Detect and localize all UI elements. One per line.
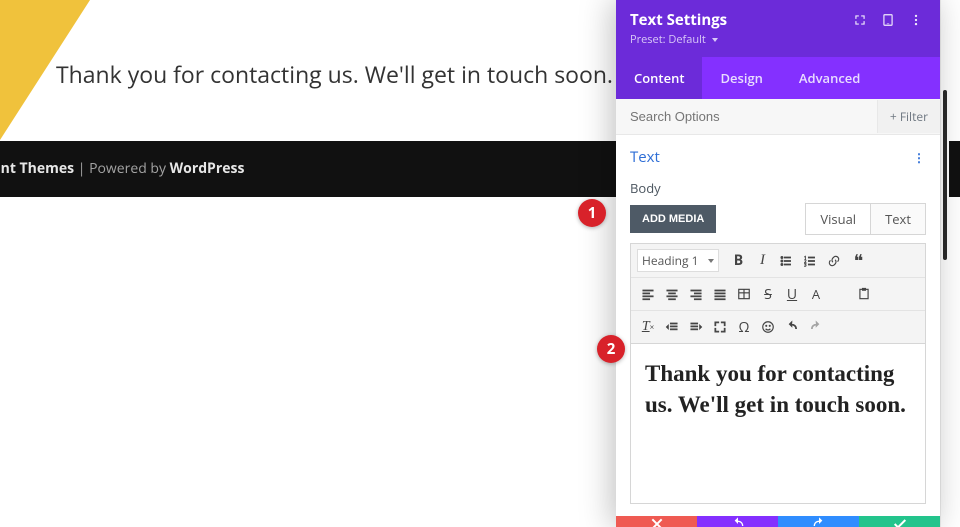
special-char-icon[interactable]: Ω bbox=[733, 316, 755, 338]
preset-label: Preset: Default bbox=[630, 32, 706, 47]
fullscreen-icon[interactable] bbox=[709, 316, 731, 338]
editor-tab-text[interactable]: Text bbox=[871, 204, 925, 234]
italic-icon[interactable]: I bbox=[751, 250, 773, 272]
editor-toolbar: Heading 1 B I 123 ❝ S U A T× bbox=[630, 243, 926, 344]
editor-tab-visual[interactable]: Visual bbox=[806, 204, 871, 234]
footer-wp: WordPress bbox=[170, 159, 245, 178]
tab-content[interactable]: Content bbox=[616, 57, 702, 99]
add-media-button[interactable]: ADD MEDIA bbox=[630, 205, 716, 233]
editor-mode-tabs: Visual Text bbox=[805, 203, 926, 235]
text-settings-panel: Text Settings Preset: Default Content De… bbox=[616, 0, 940, 527]
viewport-scroll-edge bbox=[940, 0, 949, 527]
expand-icon[interactable] bbox=[850, 10, 870, 30]
preset-selector[interactable]: Preset: Default bbox=[616, 32, 940, 57]
format-select-label: Heading 1 bbox=[642, 252, 698, 269]
confirm-button[interactable] bbox=[859, 516, 940, 527]
tab-design[interactable]: Design bbox=[702, 57, 780, 99]
emoji-icon[interactable] bbox=[757, 316, 779, 338]
paste-text-icon[interactable] bbox=[853, 283, 875, 305]
responsive-icon[interactable] bbox=[878, 10, 898, 30]
section-title[interactable]: Text bbox=[630, 147, 913, 167]
section-menu-icon[interactable]: ⋮ bbox=[913, 149, 926, 166]
numbered-list-icon[interactable]: 123 bbox=[799, 250, 821, 272]
align-justify-icon[interactable] bbox=[709, 283, 731, 305]
align-center-icon[interactable] bbox=[661, 283, 683, 305]
panel-action-bar bbox=[616, 516, 940, 527]
align-right-icon[interactable] bbox=[685, 283, 707, 305]
media-row: ADD MEDIA Visual Text bbox=[616, 203, 940, 243]
search-input[interactable] bbox=[616, 99, 877, 134]
filter-button[interactable]: + Filter bbox=[877, 100, 940, 133]
page-headline: Thank you for contacting us. We'll get i… bbox=[56, 58, 613, 90]
viewport-scrollbar[interactable] bbox=[943, 90, 947, 260]
indent-icon[interactable] bbox=[685, 316, 707, 338]
link-icon[interactable] bbox=[823, 250, 845, 272]
redo-icon[interactable] bbox=[805, 316, 827, 338]
redo-button[interactable] bbox=[778, 516, 859, 527]
tab-advanced[interactable]: Advanced bbox=[781, 57, 878, 99]
annotation-badge-1: 1 bbox=[578, 199, 606, 227]
search-row: + Filter bbox=[616, 99, 940, 135]
blockquote-icon[interactable]: ❝ bbox=[847, 250, 869, 272]
text-color-caret-icon[interactable] bbox=[829, 283, 851, 305]
chevron-down-icon bbox=[708, 259, 714, 263]
align-left-icon[interactable] bbox=[637, 283, 659, 305]
footer-theme: egant Themes bbox=[0, 159, 74, 178]
outdent-icon[interactable] bbox=[661, 316, 683, 338]
strikethrough-icon[interactable]: S bbox=[757, 283, 779, 305]
panel-title: Text Settings bbox=[630, 10, 842, 30]
undo-button[interactable] bbox=[697, 516, 778, 527]
section-header: Text ⋮ bbox=[616, 135, 940, 173]
annotation-badge-2: 2 bbox=[597, 335, 625, 363]
undo-icon[interactable] bbox=[781, 316, 803, 338]
format-select[interactable]: Heading 1 bbox=[637, 249, 719, 272]
body-label: Body bbox=[616, 173, 940, 203]
close-button[interactable] bbox=[616, 516, 697, 527]
table-icon[interactable] bbox=[733, 283, 755, 305]
bullet-list-icon[interactable] bbox=[775, 250, 797, 272]
chevron-down-icon bbox=[712, 38, 718, 42]
panel-header: Text Settings Preset: Default Content De… bbox=[616, 0, 940, 99]
text-color-icon[interactable]: A bbox=[805, 283, 827, 305]
panel-tabs: Content Design Advanced bbox=[616, 57, 940, 99]
underline-icon[interactable]: U bbox=[781, 283, 803, 305]
clear-formatting-icon[interactable]: T× bbox=[637, 316, 659, 338]
svg-text:3: 3 bbox=[805, 263, 808, 268]
footer-separator: | Powered by bbox=[74, 159, 170, 178]
kebab-menu-icon[interactable] bbox=[906, 10, 926, 30]
bold-icon[interactable]: B bbox=[727, 250, 749, 272]
editor-content[interactable]: Thank you for contacting us. We'll get i… bbox=[630, 344, 926, 504]
